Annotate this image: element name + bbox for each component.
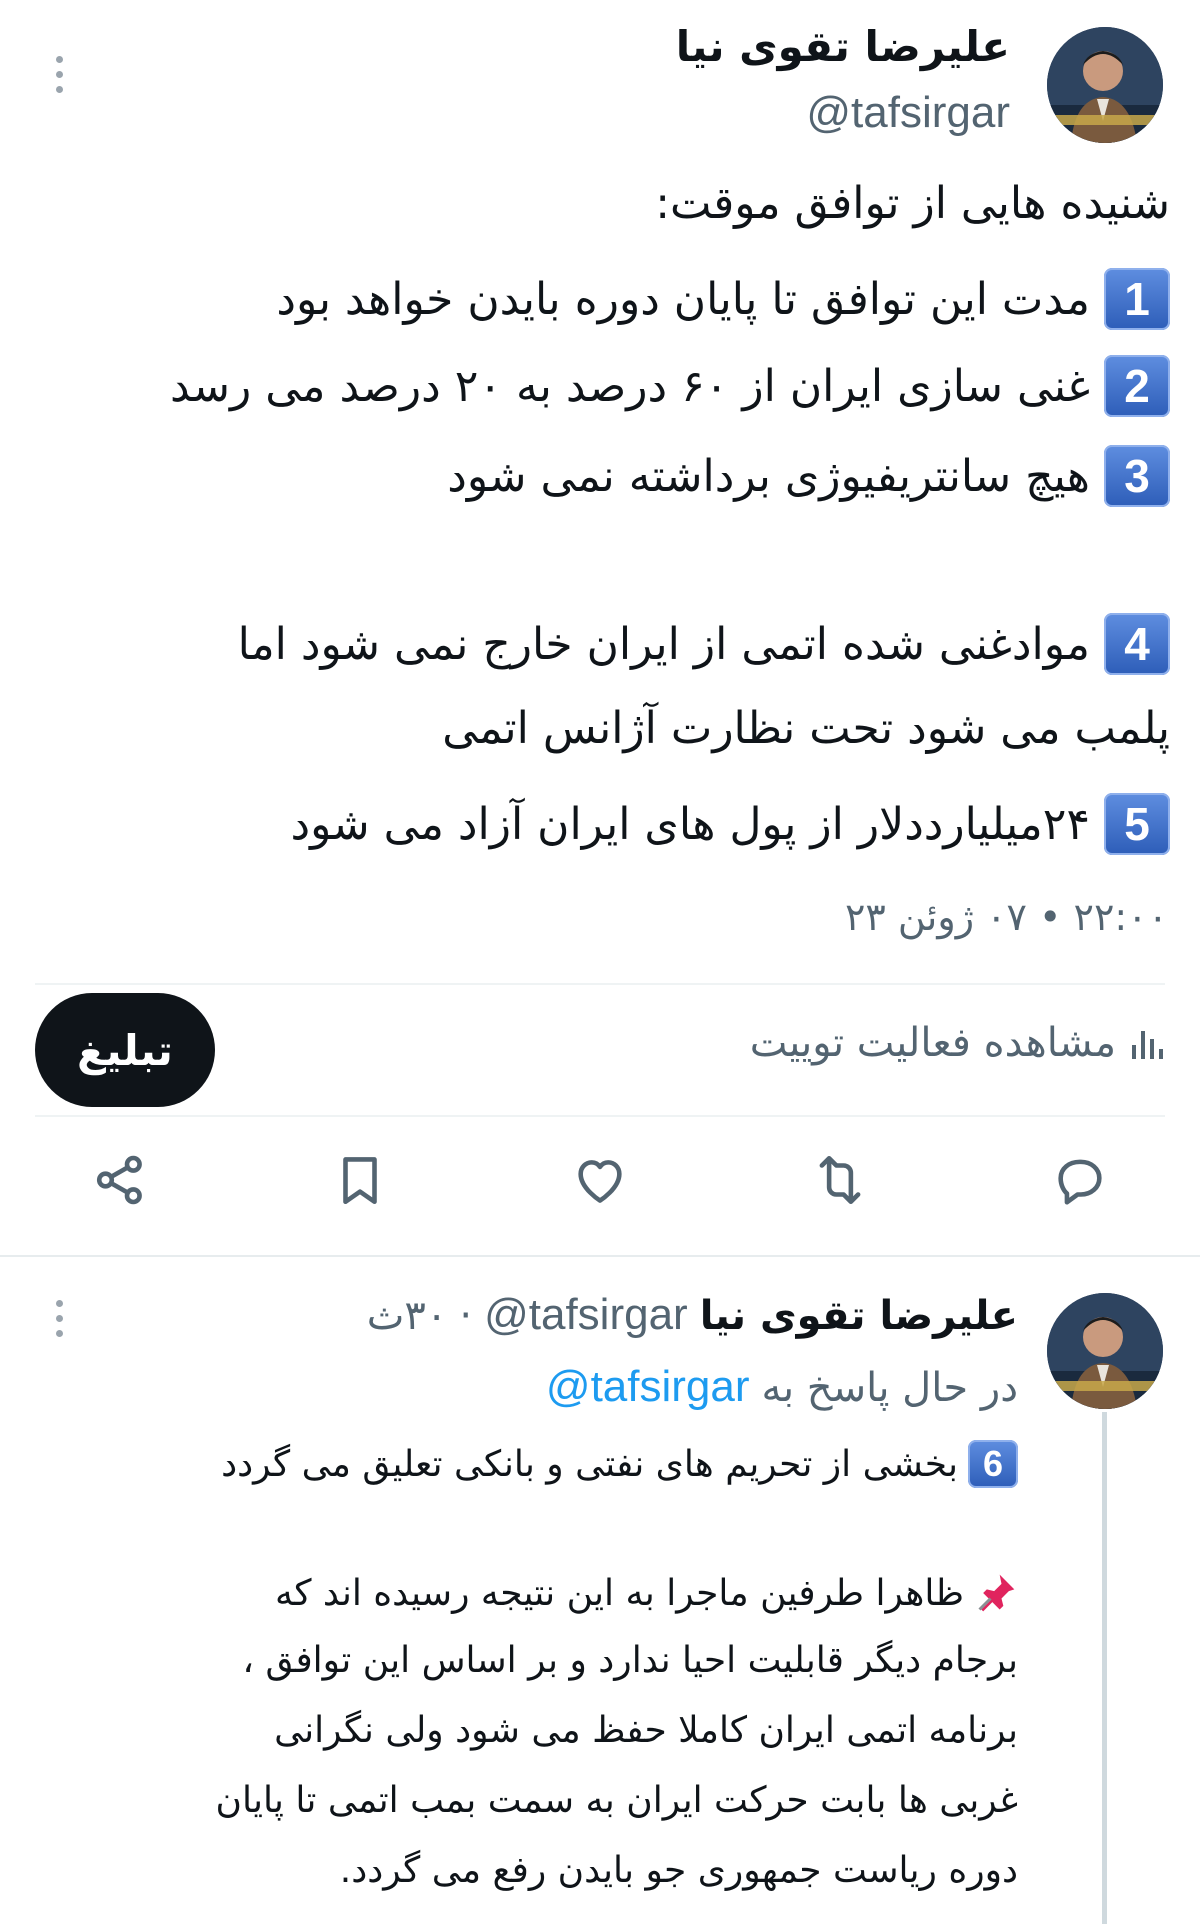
tweet-line: 5 ۲۴میلیارددلار از پول های ایران آزاد می… (290, 793, 1170, 855)
avatar-image (1047, 1293, 1163, 1409)
reply-header: علیرضا تقوی نیا @tafsirgar · ۳۰ث (367, 1290, 1018, 1340)
author-name[interactable]: علیرضا تقوی نیا (676, 22, 1010, 71)
tweet-line-text: غنی سازی ایران از ۶۰ درصد به ۲۰ درصد می … (170, 360, 1090, 412)
main-tweet: علیرضا تقوی نیا @tafsirgar شنیده هایی از… (0, 0, 1200, 1255)
more-options-icon[interactable] (54, 56, 64, 93)
reply-icon[interactable] (1050, 1150, 1110, 1210)
reply-line-text: بخشی از تحریم های نفتی و بانکی تعلیق می … (221, 1443, 958, 1485)
separator-dot: · (459, 1293, 473, 1339)
divider (35, 983, 1165, 985)
tweet-line: 1 مدت این توافق تا پایان دوره بایدن خواه… (276, 268, 1170, 330)
share-icon[interactable] (90, 1150, 150, 1210)
view-activity-label: مشاهده فعالیت توییت (749, 1020, 1116, 1066)
reply-line: برنامه اتمی ایران کاملا حفظ می شود ولی ن… (274, 1710, 1018, 1751)
reply-line: دوره ریاست جمهوری جو بایدن رفع می گردد. (340, 1850, 1018, 1891)
thread-line (1102, 1412, 1107, 1924)
reply-line-text: برجام دیگر قابلیت احیا ندارد و بر اساس ا… (242, 1640, 1018, 1681)
avatar[interactable] (1047, 1293, 1163, 1409)
tweet-line: 2 غنی سازی ایران از ۶۰ درصد به ۲۰ درصد م… (170, 355, 1170, 417)
replying-to-label: در حال پاسخ به (761, 1365, 1018, 1411)
number-badge-icon: 1 (1104, 268, 1170, 330)
author-handle[interactable]: @tafsirgar (806, 88, 1010, 138)
tweet-line-text: مدت این توافق تا پایان دوره بایدن خواهد … (276, 273, 1090, 325)
number-badge-icon: 4 (1104, 613, 1170, 675)
bookmark-icon[interactable] (330, 1150, 390, 1210)
reply-line-text: ظاهرا طرفین ماجرا به این نتیجه رسیده اند… (275, 1572, 964, 1614)
tweet-line-text: پلمب می شود تحت نظارت آژانس اتمی (442, 703, 1170, 754)
replying-to: در حال پاسخ به @tafsirgar (546, 1362, 1018, 1412)
tweet-line-text: هیچ سانتریفیوژی برداشته نمی شود (447, 450, 1090, 502)
reply-line: ظاهرا طرفین ماجرا به این نتیجه رسیده اند… (275, 1571, 1018, 1615)
reply-line-text: غربی ها بابت حرکت ایران به سمت بمب اتمی … (215, 1780, 1018, 1821)
avatar[interactable] (1047, 27, 1163, 143)
reply-line-text: دوره ریاست جمهوری جو بایدن رفع می گردد. (339, 1850, 1018, 1891)
analytics-icon (1132, 1031, 1163, 1059)
reply-author-handle[interactable]: @tafsirgar (484, 1290, 688, 1340)
number-badge-icon: 5 (1104, 793, 1170, 855)
promote-button[interactable]: تبلیغ (35, 993, 215, 1107)
more-options-icon[interactable] (54, 1300, 64, 1337)
tweet-line-text: ۲۴میلیارددلار از پول های ایران آزاد می ش… (290, 798, 1090, 850)
tweet-timestamp[interactable]: ۲۲:۰۰ • ۰۷ ژوئن ۲۳ (845, 895, 1168, 939)
like-icon[interactable] (570, 1150, 630, 1210)
reply-author-name[interactable]: علیرضا تقوی نیا (700, 1293, 1018, 1339)
replying-to-handle[interactable]: @tafsirgar (546, 1362, 750, 1412)
number-badge-icon: 2 (1104, 355, 1170, 417)
divider (35, 1115, 1165, 1117)
reply-line: غربی ها بابت حرکت ایران به سمت بمب اتمی … (216, 1780, 1018, 1821)
divider (0, 1255, 1200, 1257)
tweet-line: شنیده هایی از توافق موقت: (655, 178, 1170, 229)
tweet-line-text: شنیده هایی از توافق موقت: (655, 178, 1170, 229)
number-badge-icon: 6 (968, 1440, 1018, 1488)
view-activity-link[interactable]: مشاهده فعالیت توییت (750, 1020, 1168, 1066)
tweet-line: پلمب می شود تحت نظارت آژانس اتمی (442, 703, 1170, 754)
reply-line: برجام دیگر قابلیت احیا ندارد و بر اساس ا… (242, 1640, 1018, 1681)
tweet-line: 4 موادغنی شده اتمی از ایران خارج نمی شود… (238, 613, 1170, 675)
reply-line: 6 بخشی از تحریم های نفتی و بانکی تعلیق م… (221, 1440, 1018, 1488)
number-badge-icon: 3 (1104, 445, 1170, 507)
avatar-image (1047, 27, 1163, 143)
reply-time[interactable]: ۳۰ث (367, 1293, 448, 1339)
tweet-line-text: موادغنی شده اتمی از ایران خارج نمی شود ا… (237, 618, 1090, 670)
retweet-icon[interactable] (810, 1150, 870, 1210)
reply-line-text: برنامه اتمی ایران کاملا حفظ می شود ولی ن… (274, 1710, 1018, 1751)
tweet-line: 3 هیچ سانتریفیوژی برداشته نمی شود (447, 445, 1170, 507)
action-bar (0, 1150, 1200, 1220)
pushpin-icon (978, 1574, 1015, 1612)
